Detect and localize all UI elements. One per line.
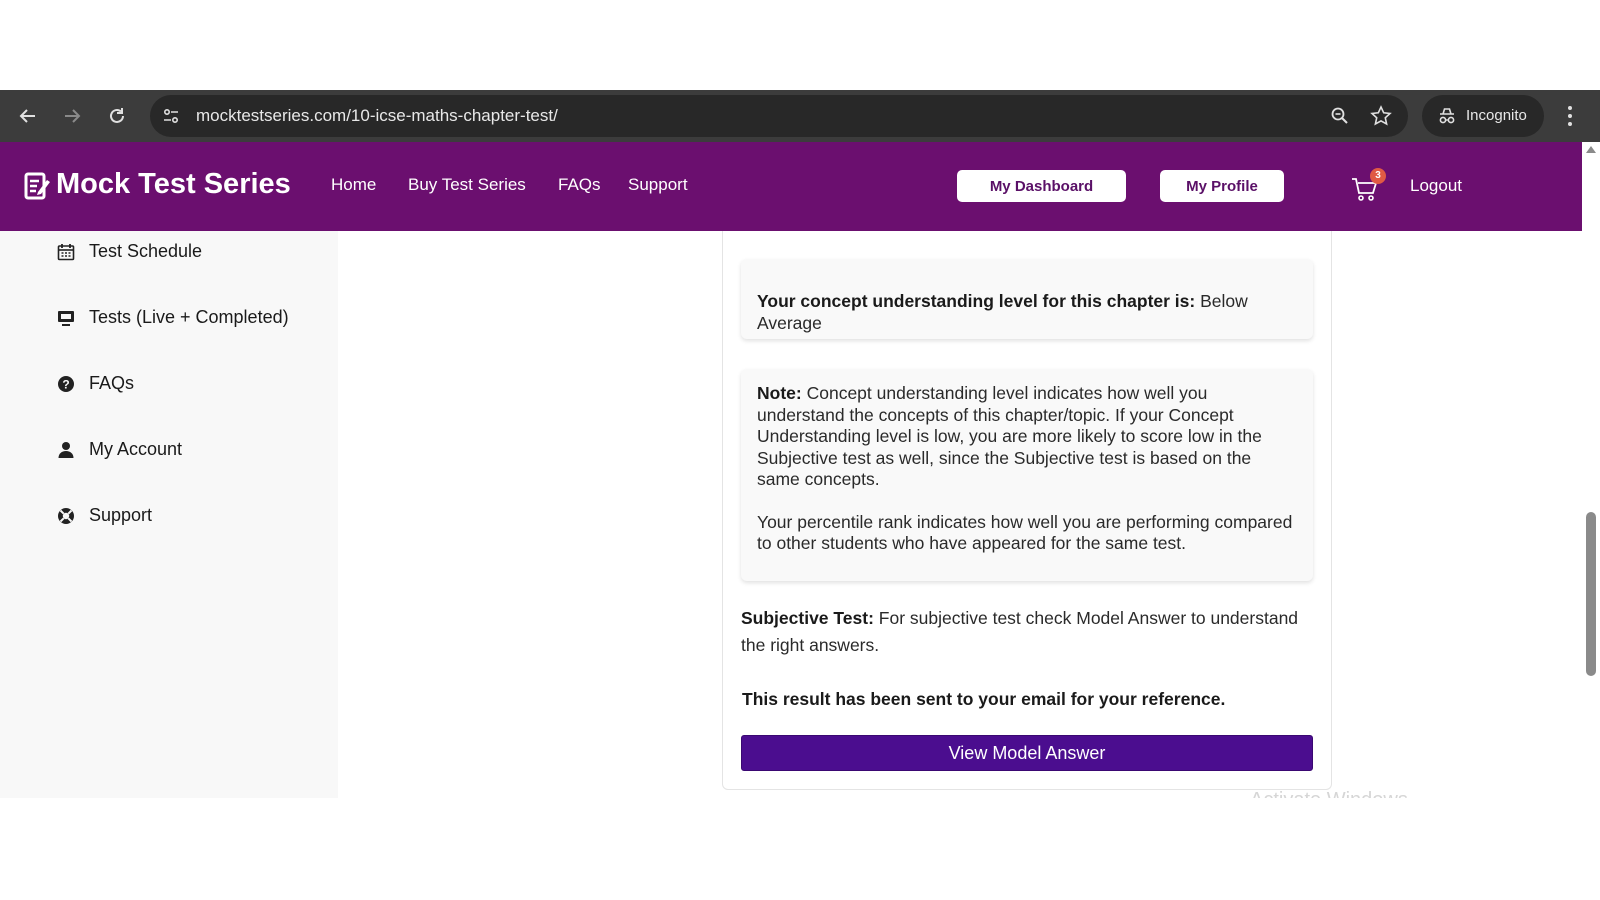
- brand-logo[interactable]: Mock Test Series: [24, 168, 291, 201]
- address-bar[interactable]: mocktestseries.com/10-icse-maths-chapter…: [150, 95, 1408, 137]
- bookmark-star-icon[interactable]: [1370, 105, 1392, 132]
- sidebar-item-test-schedule[interactable]: Test Schedule: [57, 241, 202, 262]
- percentile-text: Your percentile rank indicates how well …: [757, 511, 1293, 554]
- url-text: mocktestseries.com/10-icse-maths-chapter…: [196, 106, 558, 126]
- lifebuoy-icon: [58, 507, 74, 524]
- nav-buy-test-series[interactable]: Buy Test Series: [408, 175, 526, 195]
- nav-home[interactable]: Home: [331, 175, 376, 195]
- browser-toolbar: mocktestseries.com/10-icse-maths-chapter…: [0, 90, 1600, 142]
- email-notice: This result has been sent to your email …: [742, 689, 1226, 709]
- site-header: Mock Test Series Home Buy Test Series FA…: [0, 142, 1582, 231]
- question-circle-icon: ?: [58, 375, 74, 392]
- back-button[interactable]: [14, 102, 42, 130]
- edit-document-icon: [24, 172, 50, 199]
- cart-count-badge: 3: [1370, 168, 1386, 184]
- forward-button[interactable]: [58, 102, 86, 130]
- url-domain: mocktestseries.com: [196, 106, 347, 125]
- browser-menu-icon[interactable]: [1566, 104, 1574, 133]
- subjective-test-info: Subjective Test: For subjective test che…: [741, 605, 1301, 659]
- nav-support[interactable]: Support: [628, 175, 688, 195]
- view-model-answer-button[interactable]: View Model Answer: [741, 735, 1313, 771]
- sidebar: Test Schedule Tests (Live + Completed) ?…: [0, 231, 338, 798]
- concept-level-box: Your concept understanding level for thi…: [741, 259, 1313, 339]
- incognito-label: Incognito: [1466, 107, 1527, 124]
- sidebar-item-label: My Account: [89, 439, 183, 459]
- note-label: Note:: [757, 383, 802, 403]
- scrollbar-thumb[interactable]: [1586, 512, 1596, 676]
- sidebar-item-tests[interactable]: Tests (Live + Completed): [57, 307, 289, 328]
- cart-button[interactable]: 3: [1350, 168, 1386, 204]
- reload-button[interactable]: [103, 102, 131, 130]
- nav-faqs[interactable]: FAQs: [558, 175, 601, 195]
- brand-name: Mock Test Series: [56, 168, 291, 200]
- my-profile-button[interactable]: My Profile: [1160, 170, 1284, 202]
- url-path: /10-icse-maths-chapter-test/: [346, 106, 558, 125]
- note-text: Concept understanding level indicates ho…: [757, 383, 1262, 489]
- logout-link[interactable]: Logout: [1410, 176, 1462, 196]
- sidebar-item-label: FAQs: [89, 373, 135, 393]
- incognito-indicator[interactable]: Incognito: [1422, 95, 1544, 137]
- result-card: Your concept understanding level for thi…: [722, 231, 1332, 790]
- note-paragraph: Note: Concept understanding level indica…: [757, 383, 1297, 491]
- forward-arrow-icon: [65, 109, 81, 123]
- my-dashboard-button[interactable]: My Dashboard: [957, 170, 1126, 202]
- site-settings-icon[interactable]: [162, 107, 180, 130]
- sidebar-item-label: Support: [89, 505, 153, 525]
- back-arrow-icon: [19, 109, 35, 123]
- sidebar-item-my-account[interactable]: My Account: [57, 439, 182, 460]
- note-box: Note: Concept understanding level indica…: [741, 369, 1313, 581]
- monitor-icon: [58, 310, 74, 326]
- sidebar-item-label: Test Schedule: [89, 241, 203, 261]
- page-scrollbar[interactable]: [1582, 142, 1600, 798]
- reload-icon: [110, 108, 124, 123]
- sidebar-item-support[interactable]: Support: [57, 505, 152, 526]
- subjective-test-label: Subjective Test:: [741, 608, 874, 628]
- concept-level-label: Your concept understanding level for thi…: [757, 291, 1196, 311]
- activate-windows-watermark: Activate Windows: [1250, 786, 1408, 798]
- sidebar-item-label: Tests (Live + Completed): [89, 307, 289, 327]
- sidebar-item-faqs[interactable]: ? FAQs: [57, 373, 134, 394]
- calendar-icon: [57, 243, 75, 260]
- user-icon: [58, 441, 74, 458]
- incognito-icon: [1436, 105, 1458, 132]
- scroll-up-arrow-icon[interactable]: [1586, 146, 1596, 153]
- zoom-icon[interactable]: [1330, 106, 1350, 131]
- svg-text:?: ?: [62, 377, 69, 391]
